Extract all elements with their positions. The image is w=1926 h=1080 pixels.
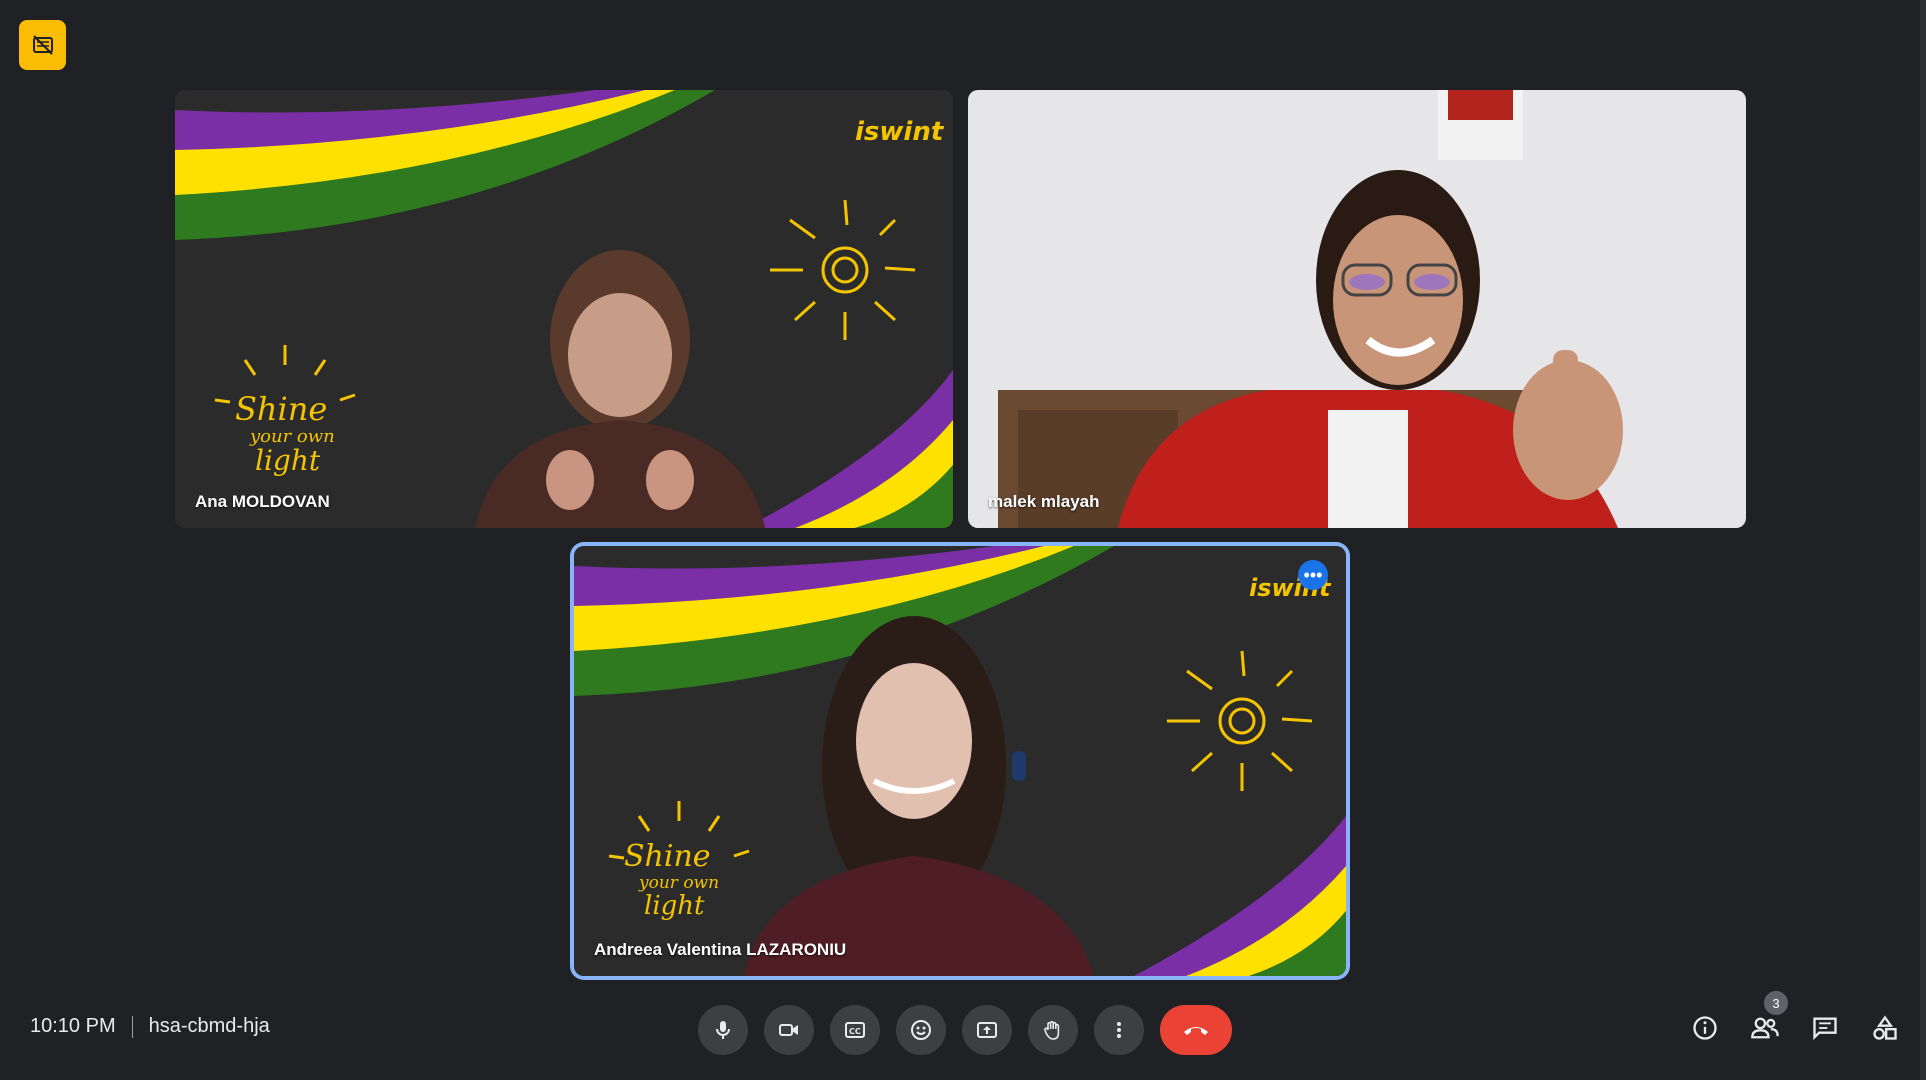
more-options-button[interactable]: [1094, 1005, 1144, 1055]
more-vert-icon: [1117, 1022, 1121, 1038]
info-icon: [1693, 1016, 1717, 1040]
layout-badge[interactable]: [19, 20, 66, 70]
emoji-icon: [911, 1020, 931, 1040]
divider: [131, 1015, 133, 1038]
camera-button[interactable]: [764, 1005, 814, 1055]
svg-text:Shine: Shine: [624, 839, 711, 874]
more-options-icon[interactable]: •••: [1298, 560, 1328, 590]
meeting-time: 10:10 PM: [30, 1015, 116, 1037]
mic-button[interactable]: [698, 1005, 748, 1055]
participant-tile-ana[interactable]: Shine your own light iswint Ana MOLDOVAN: [175, 90, 953, 528]
present-screen-icon: [977, 1022, 997, 1038]
video-camera-icon: [779, 1024, 798, 1036]
raise-hand-button[interactable]: [1028, 1005, 1078, 1055]
iswint-logo: iswint: [855, 117, 945, 147]
reactions-button[interactable]: [896, 1005, 946, 1055]
participant-tile-andreea[interactable]: Shine your own light iswint ••• Andreea …: [574, 546, 1346, 976]
chat-button[interactable]: [1802, 1005, 1848, 1051]
chalkboard-background: Shine your own light iswint: [574, 546, 1346, 976]
people-count-badge: 3: [1764, 991, 1788, 1015]
meeting-details-button[interactable]: [1682, 1005, 1728, 1051]
svg-text:light: light: [255, 444, 321, 477]
no-video-icon: [32, 35, 53, 55]
meeting-code: hsa-cbmd-hja: [148, 1015, 270, 1037]
participant-name: malek mlayah: [988, 492, 1100, 511]
leave-call-button[interactable]: [1160, 1005, 1232, 1055]
control-bar: CC: [698, 1005, 1232, 1055]
scrollbar[interactable]: [1920, 0, 1926, 1080]
end-call-icon: [1184, 1027, 1208, 1035]
meeting-info: 10:10 PM hsa-cbmd-hja: [30, 1015, 270, 1038]
side-panel-buttons: 3: [1682, 991, 1908, 1051]
present-button[interactable]: [962, 1005, 1012, 1055]
activities-icon: [1873, 1015, 1897, 1040]
svg-text:light: light: [644, 891, 705, 921]
shine-text: Shine: [235, 390, 327, 428]
microphone-icon: [716, 1021, 730, 1039]
chalkboard-background: Shine your own light iswint: [175, 90, 953, 528]
participant-tile-malek[interactable]: malek mlayah: [968, 90, 1746, 528]
chat-icon: [1813, 1017, 1837, 1041]
participant-name: Andreea Valentina LAZARONIU: [594, 940, 847, 959]
hand-icon: [1044, 1020, 1060, 1040]
camera-feed: [968, 90, 1746, 528]
captions-button[interactable]: CC: [830, 1005, 880, 1055]
participant-name: Ana MOLDOVAN: [195, 492, 330, 511]
svg-text:CC: CC: [849, 1027, 861, 1036]
people-button[interactable]: 3: [1742, 991, 1788, 1051]
activities-button[interactable]: [1862, 1005, 1908, 1051]
closed-captions-icon: CC: [845, 1022, 865, 1038]
svg-text:your own: your own: [638, 873, 719, 893]
people-icon: [1751, 1017, 1779, 1039]
